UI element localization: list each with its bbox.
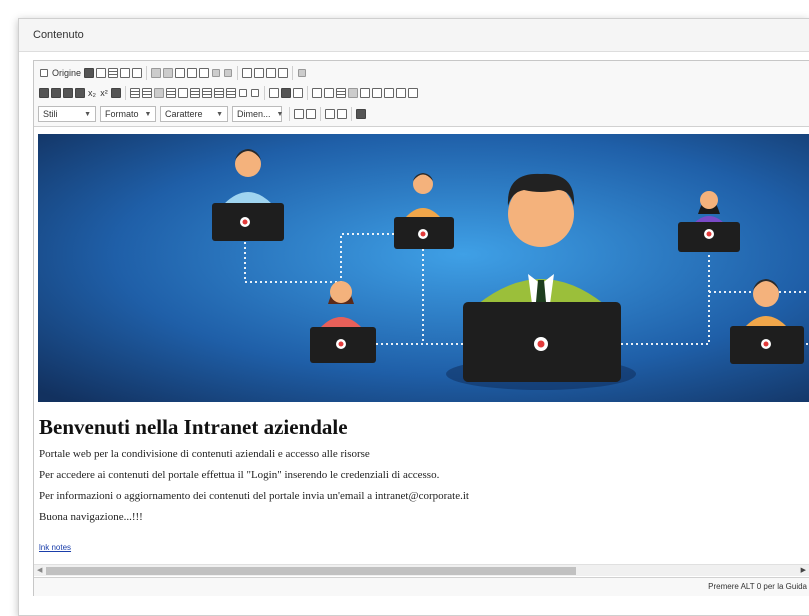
undo-icon[interactable] <box>211 65 221 81</box>
source-label: Origine <box>52 68 82 78</box>
show-blocks-icon[interactable] <box>337 106 347 122</box>
cut-icon[interactable] <box>151 65 162 81</box>
intranet-banner-image <box>38 134 809 402</box>
scroll-left-icon[interactable]: ◀ <box>37 566 42 574</box>
help-hint: Premere ALT 0 per la Guida <box>708 582 807 591</box>
div-container-icon[interactable] <box>408 85 418 101</box>
copy-format-icon[interactable] <box>111 85 121 101</box>
font-combo-label: Carattere <box>165 109 203 119</box>
toolbar-separator <box>320 107 321 121</box>
templates-icon[interactable] <box>108 65 119 81</box>
styles-combo[interactable]: Stili ▼ <box>38 106 96 122</box>
scroll-right-icon[interactable]: ▶ <box>801 566 806 574</box>
toolbar-separator <box>237 66 239 80</box>
maximize-icon[interactable] <box>325 106 335 122</box>
select-all-icon[interactable] <box>266 65 277 81</box>
horizontal-rule-icon[interactable] <box>348 85 358 101</box>
rich-text-editor: Origine x₂ x² Stili ▼ Formato ▼ Caratter… <box>33 60 809 596</box>
toolbar-separator <box>351 107 352 121</box>
italic-icon[interactable] <box>51 85 61 101</box>
chevron-down-icon: ▼ <box>84 110 91 118</box>
source-button[interactable]: Origine <box>38 65 81 81</box>
page-break-icon[interactable] <box>384 85 394 101</box>
redo-icon[interactable] <box>223 65 233 81</box>
toolbar-separator <box>264 86 265 100</box>
table-icon[interactable] <box>336 85 346 101</box>
superscript-button[interactable]: x² <box>99 85 109 101</box>
align-justify-icon[interactable] <box>226 85 236 101</box>
styles-combo-label: Stili <box>43 109 58 119</box>
find-icon[interactable] <box>242 65 253 81</box>
document-paragraph: Portale web per la condivisione di conte… <box>39 448 370 460</box>
numbered-list-icon[interactable] <box>130 85 140 101</box>
format-combo-label: Formato <box>105 109 139 119</box>
background-color-icon[interactable] <box>306 106 316 122</box>
scrollbar-thumb[interactable] <box>46 567 576 575</box>
paste-icon[interactable] <box>175 65 186 81</box>
paste-word-icon[interactable] <box>199 65 210 81</box>
chevron-down-icon: ▼ <box>276 110 284 118</box>
bulleted-list-icon[interactable] <box>142 85 152 101</box>
spellcheck-icon[interactable] <box>278 65 289 81</box>
align-center-icon[interactable] <box>202 85 212 101</box>
editor-status-bar: Premere ALT 0 per la Guida <box>34 577 809 596</box>
flash-icon[interactable] <box>324 85 334 101</box>
document-paragraph: Per informazioni o aggiornamento dei con… <box>39 490 469 502</box>
horizontal-scrollbar[interactable]: ◀ ▶ <box>34 564 809 576</box>
special-char-icon[interactable] <box>372 85 382 101</box>
print-icon[interactable] <box>120 65 131 81</box>
toolbar-row-1: Origine <box>38 63 308 83</box>
new-page-icon[interactable] <box>96 65 107 81</box>
chevron-down-icon: ▼ <box>144 110 152 118</box>
image-icon[interactable] <box>312 85 322 101</box>
decrease-indent-icon[interactable] <box>154 85 164 101</box>
ltr-icon[interactable] <box>238 85 248 101</box>
align-left-icon[interactable] <box>190 85 200 101</box>
toolbar-separator <box>146 66 148 80</box>
underline-icon[interactable] <box>63 85 73 101</box>
iframe-icon[interactable] <box>396 85 406 101</box>
link-icon[interactable] <box>269 85 279 101</box>
remove-format-icon[interactable] <box>297 65 307 81</box>
blockquote-icon[interactable] <box>178 85 188 101</box>
preview-icon[interactable] <box>132 65 143 81</box>
size-combo-label: Dimen... <box>237 109 271 119</box>
toolbar-row-3: Stili ▼ Formato ▼ Carattere ▼ Dimen... ▼ <box>38 104 367 124</box>
insert-image-icon[interactable] <box>356 106 366 122</box>
copy-icon[interactable] <box>163 65 174 81</box>
text-color-icon[interactable] <box>294 106 304 122</box>
toolbar-row-2: x₂ x² <box>38 83 419 103</box>
toolbar-separator <box>292 66 294 80</box>
document-heading: Benvenuti nella Intranet aziendale <box>39 415 348 439</box>
align-right-icon[interactable] <box>214 85 224 101</box>
document-paragraph: Buona navigazione...!!! <box>39 511 143 523</box>
bold-icon[interactable] <box>39 85 49 101</box>
increase-indent-icon[interactable] <box>166 85 176 101</box>
content-panel: Contenuto Origine x₂ x² Stili ▼ Formato … <box>18 18 809 616</box>
size-combo[interactable]: Dimen... ▼ <box>232 106 284 122</box>
paste-text-icon[interactable] <box>187 65 198 81</box>
subscript-button[interactable]: x₂ <box>87 85 97 101</box>
unlink-icon[interactable] <box>281 85 291 101</box>
panel-header: Contenuto <box>19 19 809 52</box>
toolbar-separator <box>125 86 126 100</box>
notes-link[interactable]: lnk notes <box>39 543 71 552</box>
rtl-icon[interactable] <box>250 85 260 101</box>
toolbar-separator <box>307 86 308 100</box>
replace-icon[interactable] <box>254 65 265 81</box>
panel-title: Contenuto <box>33 29 84 41</box>
source-icon <box>39 65 49 81</box>
strikethrough-icon[interactable] <box>75 85 85 101</box>
smiley-icon[interactable] <box>360 85 370 101</box>
editor-content-area[interactable]: Benvenuti nella Intranet aziendale Porta… <box>34 128 809 564</box>
toolbar-separator <box>289 107 290 121</box>
format-combo[interactable]: Formato ▼ <box>100 106 156 122</box>
chevron-down-icon: ▼ <box>216 110 223 118</box>
document-paragraph: Per accedere ai contenuti del portale ef… <box>39 469 440 481</box>
font-combo[interactable]: Carattere ▼ <box>160 106 228 122</box>
save-icon[interactable] <box>84 65 95 81</box>
editor-toolbar: Origine x₂ x² Stili ▼ Formato ▼ Caratter… <box>34 61 809 127</box>
anchor-icon[interactable] <box>293 85 303 101</box>
banner-illustration <box>38 134 809 402</box>
